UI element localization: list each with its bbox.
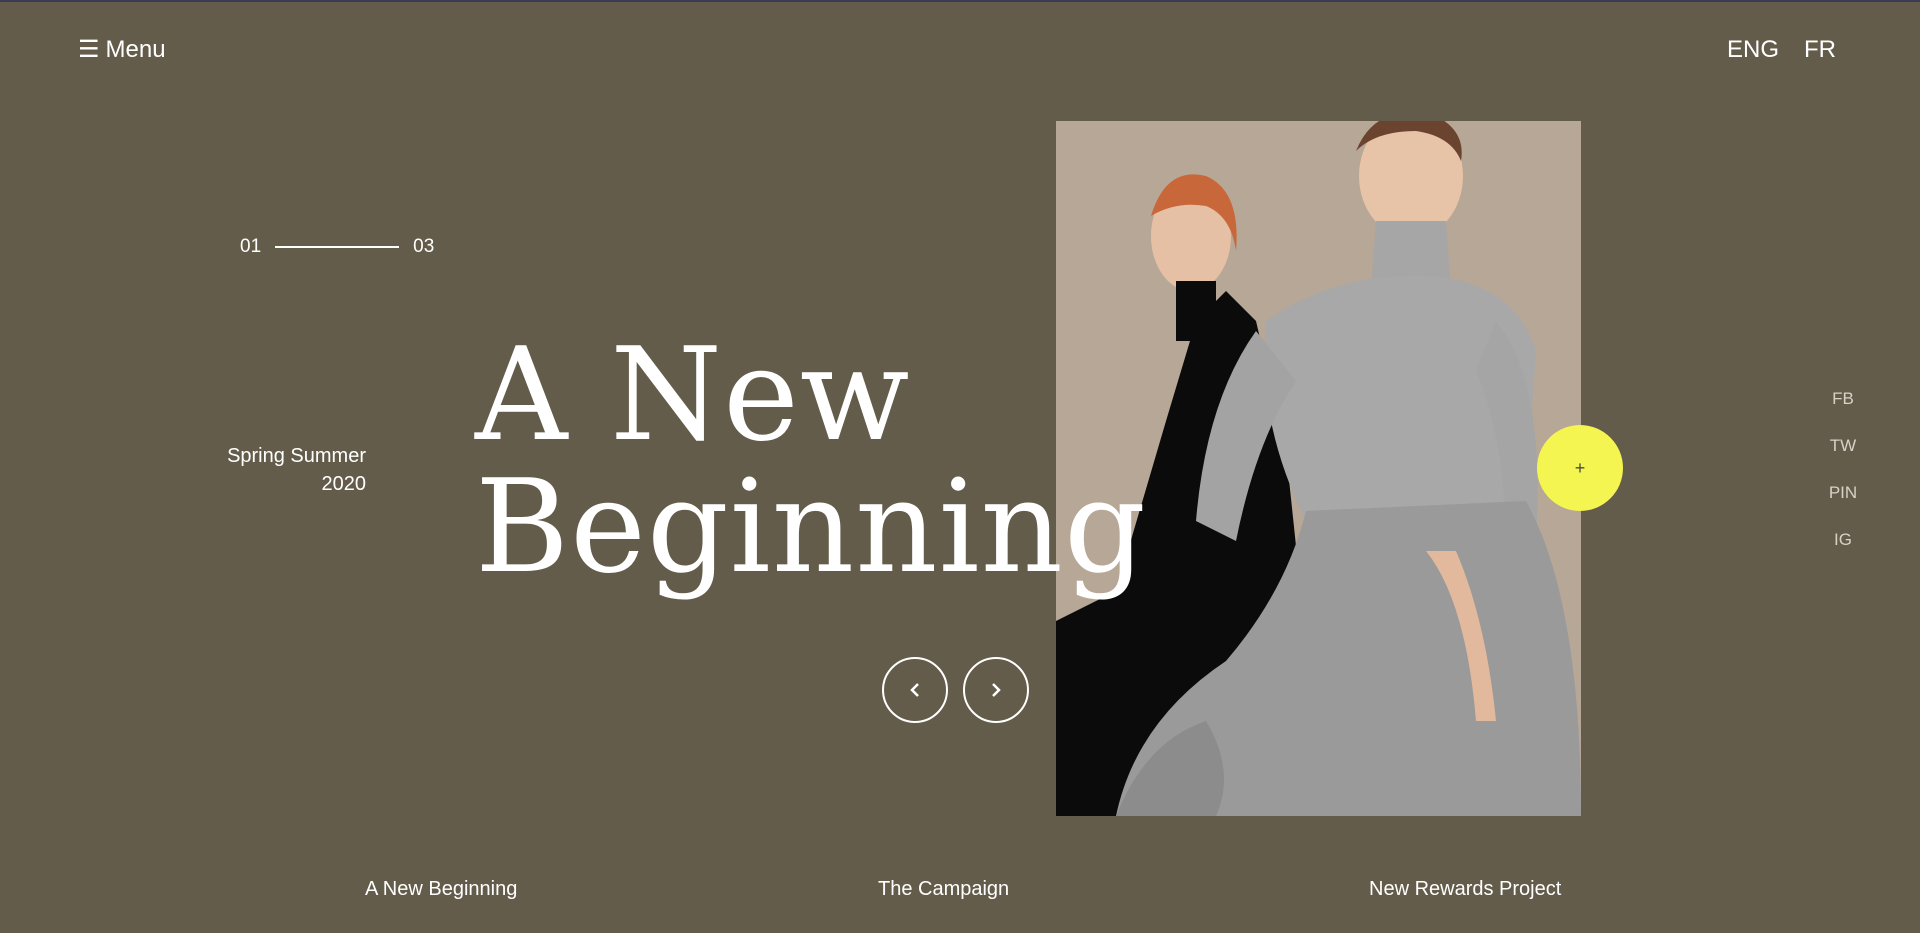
next-slide-button[interactable] <box>963 657 1029 723</box>
prev-slide-button[interactable] <box>882 657 948 723</box>
slide-total: 03 <box>413 236 435 257</box>
hero-title-line-1: A New <box>475 321 911 470</box>
menu-label: Menu <box>105 36 166 63</box>
chevron-left-icon <box>910 683 919 697</box>
hamburger-icon: ☰ <box>78 36 100 63</box>
social-link-tw[interactable]: TW <box>1830 435 1856 482</box>
language-eng[interactable]: ENG <box>1727 36 1779 64</box>
social-links: FB TW PIN IG <box>1818 388 1868 576</box>
season-line-1: Spring Summer <box>227 445 366 467</box>
expand-plus-button[interactable]: + <box>1537 425 1623 511</box>
hero-title: A New Beginning <box>475 330 1147 594</box>
season-label: Spring Summer 2020 <box>200 442 366 498</box>
bottom-nav-new-beginning[interactable]: A New Beginning <box>365 878 517 901</box>
slide-current: 01 <box>240 236 262 257</box>
bottom-nav-rewards[interactable]: New Rewards Project <box>1369 878 1561 901</box>
top-border <box>0 0 1920 2</box>
language-fr[interactable]: FR <box>1804 36 1836 64</box>
hero-title-line-2: Beginning <box>475 453 1147 602</box>
chevron-right-icon <box>992 683 1001 697</box>
social-link-fb[interactable]: FB <box>1832 388 1854 435</box>
menu-button[interactable]: ☰ Menu <box>78 36 166 64</box>
social-link-ig[interactable]: IG <box>1834 529 1852 576</box>
slide-progress-line <box>275 246 400 248</box>
social-link-pin[interactable]: PIN <box>1829 482 1857 529</box>
slide-counter: 01 03 <box>240 236 434 258</box>
season-line-2: 2020 <box>321 473 367 495</box>
plus-icon: + <box>1574 457 1586 478</box>
bottom-nav-campaign[interactable]: The Campaign <box>878 878 1009 901</box>
